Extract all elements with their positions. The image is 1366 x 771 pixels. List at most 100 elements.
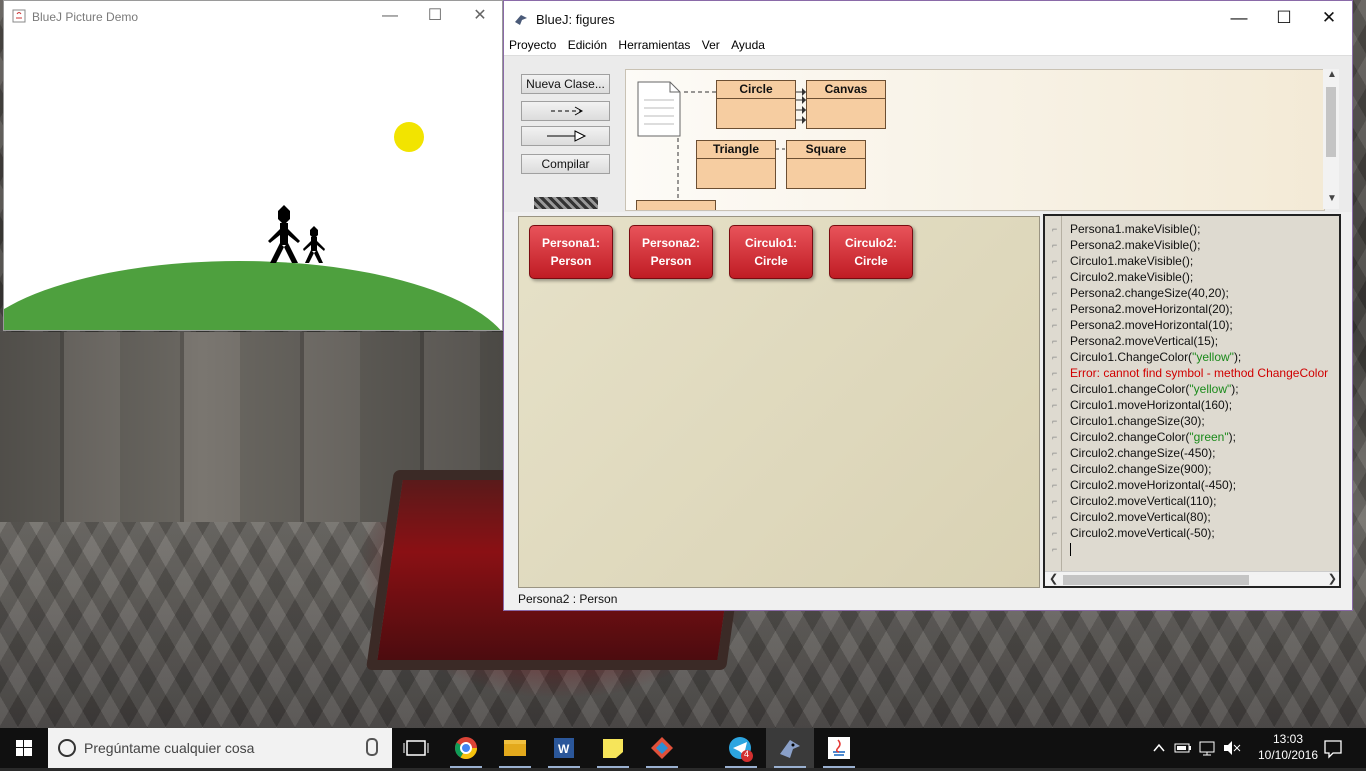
class-triangle[interactable]: Triangle (696, 140, 776, 189)
taskbar: Pregúntame cualquier cosa W 4 13:03 10/1… (0, 728, 1366, 768)
diagram-scroll-thumb[interactable] (1326, 87, 1336, 157)
string-literal: "green" (1189, 430, 1229, 444)
object-circulo1[interactable]: Circulo1: Circle (729, 225, 813, 279)
telegram-icon (729, 737, 753, 762)
codepad-line-marker-icon: ⌐ (1052, 272, 1058, 282)
codepad-line-marker-icon: ⌐ (1052, 224, 1058, 234)
network-icon[interactable] (1198, 728, 1218, 768)
taskbar-git[interactable] (638, 728, 686, 768)
object-circulo2[interactable]: Circulo2: Circle (829, 225, 913, 279)
taskbar-word[interactable]: W (540, 728, 588, 768)
task-view-button[interactable] (392, 728, 440, 768)
menu-ver[interactable]: Ver (698, 37, 724, 53)
maximize-button[interactable]: ☐ (1271, 9, 1297, 27)
object-persona1[interactable]: Persona1: Person (529, 225, 613, 279)
codepad-line-marker-icon: ⌐ (1052, 320, 1058, 330)
microphone-icon[interactable] (366, 738, 378, 756)
cortana-search-box[interactable]: Pregúntame cualquier cosa (48, 728, 392, 768)
picture-canvas (4, 122, 501, 330)
menu-herramientas[interactable]: Herramientas (614, 37, 694, 53)
show-hidden-icons-chevron-icon[interactable] (1150, 728, 1168, 768)
codepad-line-marker-icon: ⌐ (1052, 480, 1058, 490)
picture-demo-titlebar[interactable]: BlueJ Picture Demo — ☐ ✕ (4, 1, 502, 31)
close-button[interactable]: ✕ (1316, 9, 1342, 27)
taskbar-telegram[interactable]: 4 (717, 728, 765, 768)
class-person-partial[interactable] (636, 200, 716, 210)
folder-icon (504, 740, 526, 756)
codepad-line: ⌐ Persona2.changeSize(40,20); (1052, 285, 1339, 301)
code-text: Persona1.makeVisible(); (1070, 222, 1201, 236)
bluej-titlebar[interactable]: BlueJ: figures — ☐ ✕ (504, 1, 1352, 37)
error-text: Error: cannot find symbol - method Chang… (1070, 366, 1329, 380)
close-button[interactable]: ✕ (467, 7, 493, 25)
menu-proyecto[interactable]: Proyecto (505, 37, 560, 53)
bluej-window: BlueJ: figures — ☐ ✕ Proyecto Edición He… (503, 0, 1353, 611)
taskbar-file-explorer[interactable] (491, 728, 539, 768)
dashed-arrow-icon (550, 106, 583, 116)
class-circle[interactable]: Circle (716, 80, 796, 129)
sun-circle (394, 122, 424, 152)
scroll-right-icon[interactable]: ❯ (1328, 572, 1337, 585)
code-text: ); (1228, 430, 1236, 444)
class-square-label: Square (787, 141, 865, 159)
class-square[interactable]: Square (786, 140, 866, 189)
codepad-horizontal-scrollbar[interactable]: ❮ ❯ (1045, 571, 1339, 586)
codepad-line: ⌐ Circulo1.ChangeColor("yellow"); (1052, 349, 1339, 365)
maximize-button[interactable]: ☐ (422, 7, 448, 25)
codepad-line-marker-icon: ⌐ (1052, 352, 1058, 362)
taskbar-sticky-notes[interactable] (589, 728, 637, 768)
taskbar-chrome[interactable] (442, 728, 490, 768)
codepad-line: ⌐ Circulo2.changeSize(-450); (1052, 445, 1339, 461)
codepad-line: ⌐ Circulo1.moveHorizontal(160); (1052, 397, 1339, 413)
codepad[interactable]: ⌐ Persona1.makeVisible(); ⌐ Persona2.makeVi… (1043, 214, 1341, 588)
taskbar-java-app[interactable] (815, 728, 863, 768)
menu-ayuda[interactable]: Ayuda (727, 37, 769, 53)
class-canvas[interactable]: Canvas (806, 80, 886, 129)
taskbar-bluej[interactable] (766, 728, 814, 768)
object-name: Persona1: (541, 236, 601, 250)
codepad-line: ⌐ Circulo1.changeSize(30); (1052, 413, 1339, 429)
picture-demo-title: BlueJ Picture Demo (32, 10, 139, 24)
code-text: Circulo2.moveVertical(110); (1070, 494, 1217, 508)
java-icon (828, 737, 850, 759)
codepad-error-line: ⌐ Error: cannot find symbol - method Chan… (1052, 365, 1339, 381)
codepad-line: ⌐ Circulo2.moveVertical(80); (1052, 509, 1339, 525)
codepad-scroll-thumb[interactable] (1063, 575, 1249, 585)
code-text: Circulo2.moveVertical(80); (1070, 510, 1211, 524)
action-center-icon[interactable] (1322, 728, 1344, 768)
codepad-line-marker-icon: ⌐ (1052, 432, 1058, 442)
person-large (268, 205, 300, 263)
sticky-notes-icon (603, 739, 623, 758)
object-persona2[interactable]: Persona2: Person (629, 225, 713, 279)
codepad-line: ⌐ Circulo2.makeVisible(); (1052, 269, 1339, 285)
solid-arrow-icon (546, 130, 586, 142)
start-button[interactable] (0, 728, 48, 768)
codepad-input-line[interactable]: ⌐ (1052, 541, 1339, 557)
code-text: Circulo2.changeSize(900); (1070, 462, 1212, 476)
code-text: Persona2.changeSize(40,20); (1070, 286, 1229, 300)
minimize-button[interactable]: — (1226, 9, 1252, 27)
new-class-button[interactable]: Nueva Clase... (521, 74, 610, 94)
class-diagram: Circle Canvas Triangle Square (625, 69, 1325, 211)
codepad-line-marker-icon: ⌐ (1052, 288, 1058, 298)
scroll-left-icon[interactable]: ❮ (1049, 572, 1058, 585)
scroll-up-icon[interactable]: ▲ (1327, 69, 1337, 80)
class-canvas-label: Canvas (807, 81, 885, 99)
diagram-vertical-scrollbar[interactable]: ▲ ▼ (1323, 69, 1339, 209)
scroll-down-icon[interactable]: ▼ (1327, 193, 1337, 204)
compile-button[interactable]: Compilar (521, 154, 610, 174)
codepad-line: ⌐ Circulo1.makeVisible(); (1052, 253, 1339, 269)
object-name: Circulo1: (744, 236, 797, 250)
battery-icon[interactable] (1173, 728, 1193, 768)
uses-arrow-button[interactable] (521, 101, 610, 121)
object-type: Circle (754, 254, 788, 268)
inherits-arrow-button[interactable] (521, 126, 610, 146)
codepad-line-marker-icon: ⌐ (1052, 336, 1058, 346)
codepad-line-marker-icon: ⌐ (1052, 448, 1058, 458)
object-name: Circulo2: (844, 236, 897, 250)
readme-document-icon[interactable] (636, 80, 682, 138)
minimize-button[interactable]: — (377, 7, 403, 25)
code-text: Circulo1.makeVisible(); (1070, 254, 1194, 268)
menu-edicion[interactable]: Edición (564, 37, 611, 53)
codepad-line-marker-icon: ⌐ (1052, 512, 1058, 522)
